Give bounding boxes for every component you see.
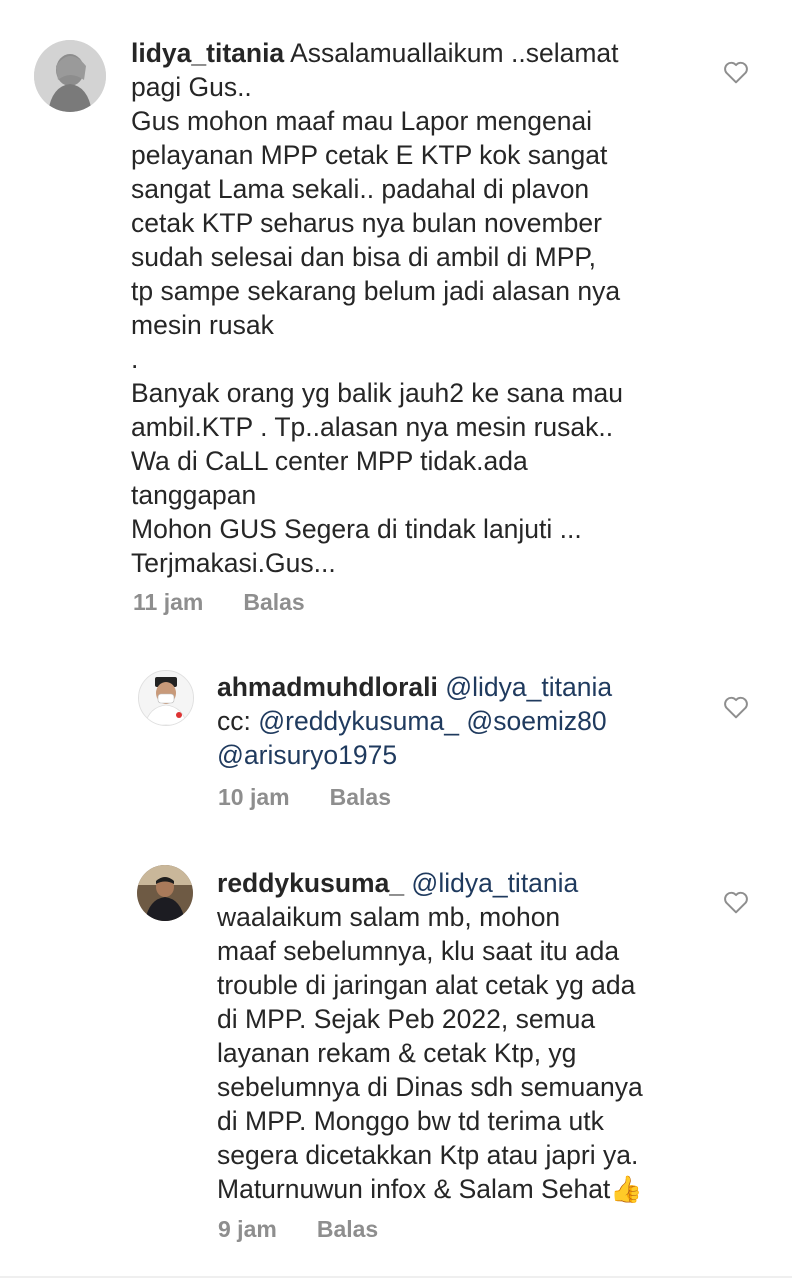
avatar[interactable] (34, 40, 106, 112)
timestamp: 9 jam (218, 1216, 277, 1242)
username[interactable]: reddykusuma_ (217, 868, 404, 898)
username[interactable]: lidya_titania (131, 38, 284, 68)
cc-label: cc: (217, 706, 259, 736)
thumbs-up-emoji: 👍 (610, 1174, 643, 1204)
username[interactable]: ahmadmuhdlorali (217, 672, 438, 702)
comment-text: Assalamuallaikum ..selamat pagi Gus.. Gu… (131, 38, 624, 578)
timestamp: 10 jam (218, 784, 290, 810)
comment-body: lidya_titania Assalamuallaikum ..selamat… (131, 36, 751, 580)
avatar-image (137, 865, 193, 921)
avatar[interactable] (137, 865, 193, 921)
comment-text: waalaikum salam mb, mohon maaf sebelumny… (217, 902, 643, 1204)
mention-link[interactable]: @lidya_titania (438, 672, 612, 702)
mention-link[interactable]: @reddykusuma_ (258, 706, 459, 736)
mention-link[interactable]: @soemiz80 (459, 706, 606, 736)
like-icon[interactable] (723, 890, 749, 914)
comment-meta: 9 jam Balas (218, 1216, 378, 1243)
comment-body: reddykusuma_ @lidya_titania waalaikum sa… (217, 866, 717, 1206)
comment-meta: 11 jam Balas (133, 589, 305, 616)
mention-link[interactable]: @lidya_titania (404, 868, 578, 898)
comment-body: ahmadmuhdlorali @lidya_titania cc: @redd… (217, 670, 717, 772)
comment-meta: 10 jam Balas (218, 784, 391, 811)
avatar-image (139, 671, 193, 725)
reply-button[interactable]: Balas (243, 589, 304, 615)
avatar[interactable] (138, 670, 194, 726)
like-icon[interactable] (723, 60, 749, 84)
divider (0, 1276, 792, 1278)
timestamp: 11 jam (133, 589, 204, 615)
avatar-image (34, 40, 106, 112)
reply-button[interactable]: Balas (317, 1216, 378, 1242)
reply-button[interactable]: Balas (330, 784, 391, 810)
like-icon[interactable] (723, 695, 749, 719)
mention-link[interactable]: @arisuryo1975 (217, 740, 397, 770)
